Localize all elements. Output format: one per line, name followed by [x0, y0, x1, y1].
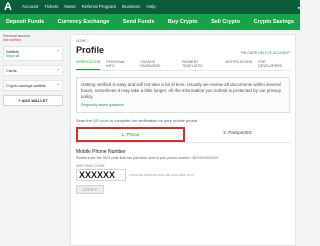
profile-subtabs: VERIFICATION PERSONAL INFO CHANGE PASSWO… — [76, 58, 290, 71]
nav-tickets[interactable]: Tickets — [44, 2, 58, 12]
qr-suffix: to complete the verification on your mob… — [109, 118, 199, 123]
crypto-savings-section: Crypto savings wallets ⌃ — [3, 80, 63, 91]
app-logo[interactable]: A — [2, 1, 14, 13]
sms-code-input[interactable] — [76, 168, 126, 181]
faq-link[interactable]: Frequently asked questions — [81, 102, 285, 108]
add-wallet-label: ADD WALLET — [21, 98, 48, 103]
sms-code-label: SMS PASS CODE — [76, 163, 105, 168]
verification-steps: 1. Phone 2. Passport/ID — [76, 127, 290, 143]
nav-buy-crypto[interactable]: Buy Crypto — [168, 19, 198, 25]
mobile-phone-title: Mobile Phone Number — [76, 149, 126, 155]
account-actions: PIN CARD DELETE ACCOUNT — [241, 51, 290, 55]
tab-phone[interactable]: 1. Phone — [76, 127, 185, 142]
tab-for-developers[interactable]: FOR DEVELOPERS — [258, 58, 290, 70]
tab-verification[interactable]: VERIFICATION — [76, 58, 101, 70]
nav-news[interactable]: News — [64, 2, 75, 12]
nav-referral[interactable]: Referral Program — [82, 2, 117, 12]
cards-toggle-icon[interactable]: ⌃ — [57, 68, 60, 73]
tab-personal-info[interactable]: PERSONAL INFO — [106, 58, 134, 70]
notice-text: Getting verified is easy and will not ta… — [81, 82, 282, 99]
crypto-savings-label: Crypto savings wallets — [6, 83, 46, 88]
verification-status[interactable]: Not verified — [3, 38, 63, 42]
top-bar: A Account Tickets News Referral Program … — [0, 0, 300, 14]
add-wallet-button[interactable]: + ADD WALLET — [3, 95, 63, 106]
tab-change-password[interactable]: CHANGE PASSWORD — [140, 58, 176, 70]
top-right-icons: ● — [298, 0, 300, 14]
main-content: HOME / Profile PIN CARD DELETE ACCOUNT V… — [66, 30, 300, 246]
page-title: Profile — [76, 45, 105, 55]
mobile-phone-description: Please enter the SMS code that has just … — [76, 156, 219, 160]
nav-crypto-savings[interactable]: Crypto Savings — [254, 19, 294, 25]
main-navigation: Deposit Funds Currency Exchange Send Fun… — [0, 14, 300, 30]
tab-payment-templates[interactable]: PAYMENT TEMPLATES — [182, 58, 219, 70]
nav-deposit-funds[interactable]: Deposit Funds — [6, 19, 44, 25]
delete-account-link[interactable]: DELETE ACCOUNT — [258, 51, 290, 55]
qr-instruction: Scan the QR code to complete the verific… — [76, 118, 290, 123]
wallets-section: Wallets ⌃ Show all — [3, 46, 63, 61]
tab-passport[interactable]: 2. Passport/ID — [185, 127, 290, 142]
resend-hint: CODE RE-SENDING WILL BE AVAILABLE IN 57 — [129, 172, 195, 177]
breadcrumb[interactable]: HOME / — [76, 39, 290, 43]
crypto-savings-toggle-icon[interactable]: ⌃ — [57, 83, 60, 88]
sidebar: Personal account Not verified Wallets ⌃ … — [0, 30, 66, 246]
nav-account[interactable]: Account — [22, 2, 38, 12]
qr-code-link[interactable]: QR code — [93, 118, 109, 123]
cards-section: Cards ⌃ — [3, 65, 63, 76]
top-navigation: Account Tickets News Referral Program Bu… — [22, 2, 156, 12]
cards-label: Cards — [6, 68, 17, 73]
nav-send-funds[interactable]: Send Funds — [123, 19, 154, 25]
nav-currency-exchange[interactable]: Currency Exchange — [58, 19, 110, 25]
profile-card: HOME / Profile PIN CARD DELETE ACCOUNT V… — [70, 34, 296, 246]
nav-business[interactable]: Business — [122, 2, 140, 12]
show-all-link[interactable]: Show all — [6, 54, 60, 58]
verify-button[interactable]: VERIFY — [76, 184, 104, 194]
user-icon[interactable]: ● — [298, 5, 300, 10]
verification-notice: Getting verified is easy and will not ta… — [76, 77, 290, 113]
pin-card-link[interactable]: PIN CARD — [241, 51, 258, 55]
qr-prefix: Scan the — [76, 118, 92, 123]
tab-notifications[interactable]: NOTIFICATIONS — [225, 58, 252, 70]
nav-help[interactable]: Help — [146, 2, 155, 12]
wallets-toggle-icon[interactable]: ⌃ — [57, 49, 60, 54]
nav-sell-crypto[interactable]: Sell Crypto — [211, 19, 240, 25]
